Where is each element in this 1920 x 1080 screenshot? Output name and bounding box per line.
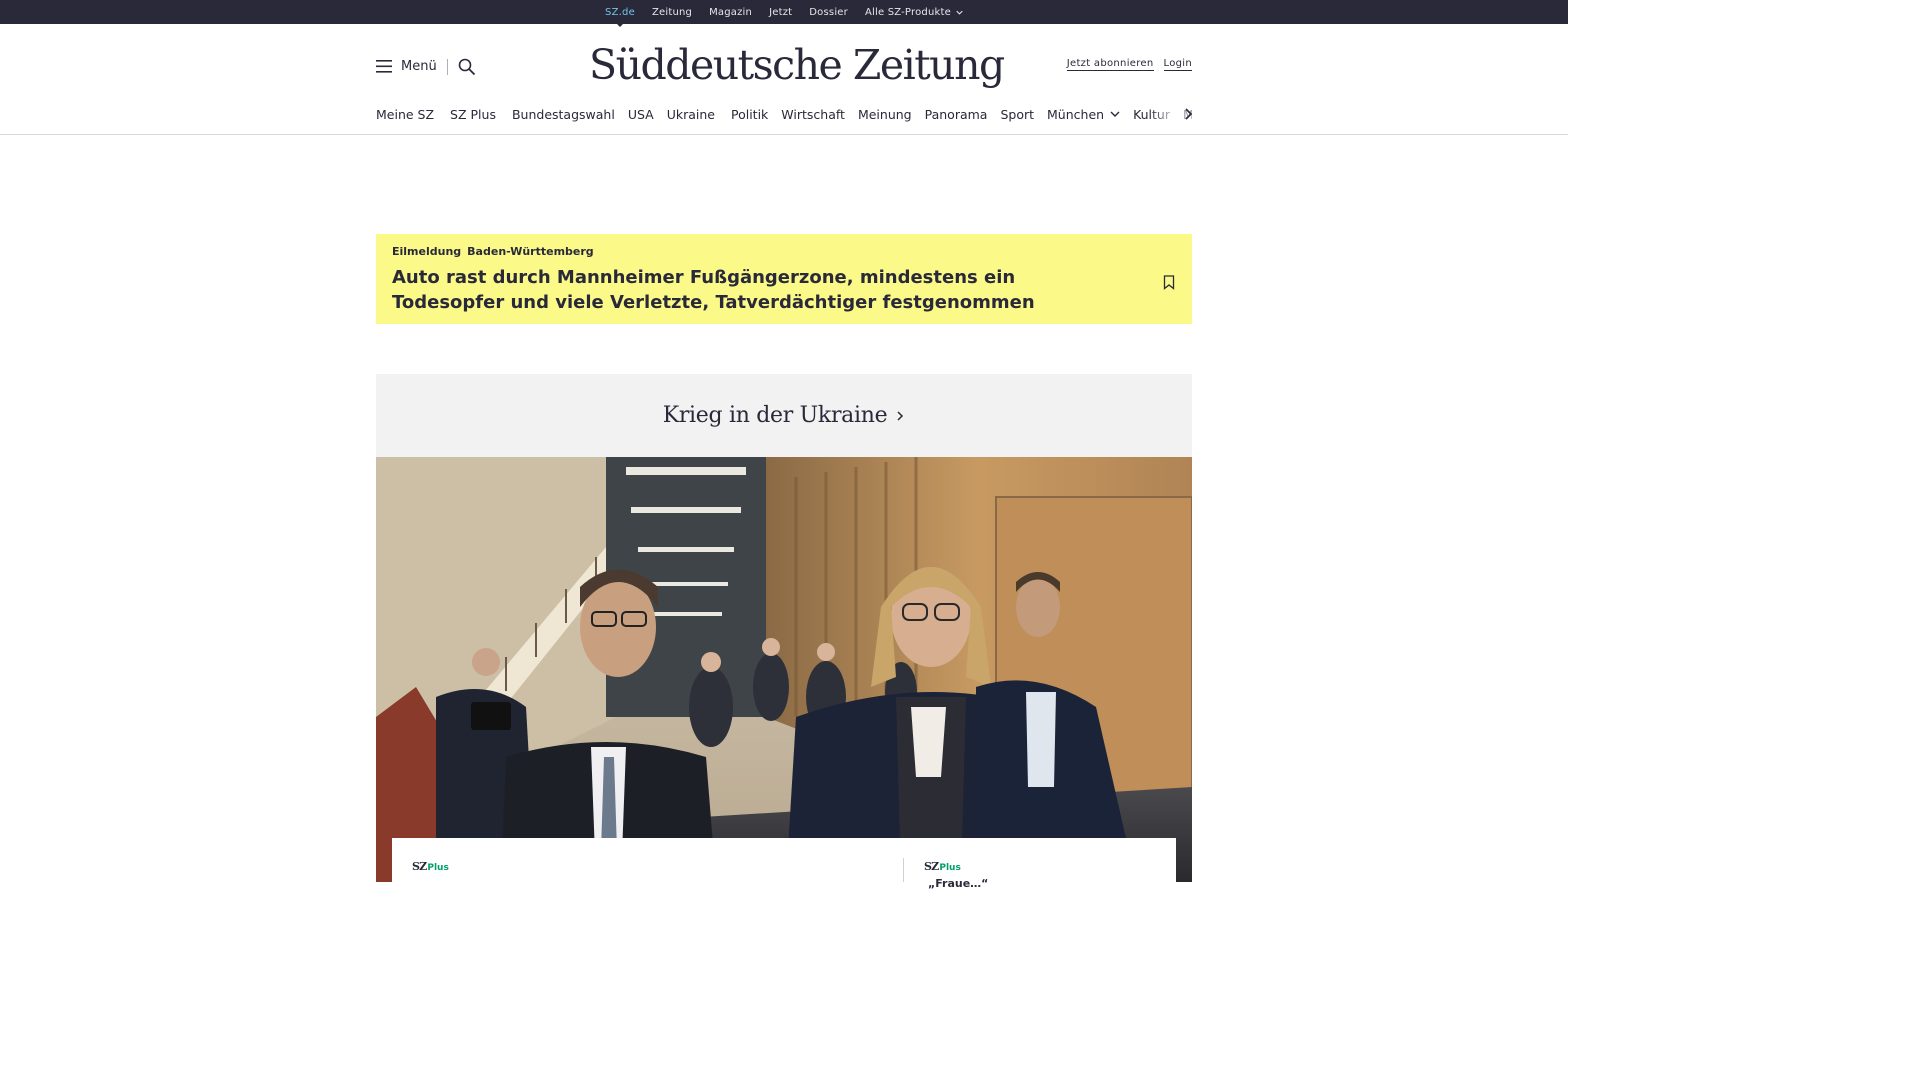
chevron-down-icon [1110, 111, 1120, 117]
account-links: Jetzt abonnieren Login [1066, 58, 1192, 71]
breaking-label: Eilmeldung [392, 245, 462, 258]
chevron-right-icon [897, 411, 904, 421]
hamburger-icon [376, 60, 392, 73]
menu-button[interactable]: Menü [376, 59, 437, 74]
bookmark-icon[interactable] [1163, 275, 1175, 290]
topbar-products-label: Alle SZ-Produkte [864, 6, 951, 18]
sz-badge-plus: Plus [427, 863, 449, 873]
topbar-link-dossier[interactable]: Dossier [809, 7, 848, 18]
sz-badge-logo: SZ [924, 860, 939, 873]
hero-photo-illustration [376, 457, 1192, 882]
nav-item-ukraine[interactable]: Ukraine [667, 107, 715, 122]
sz-badge-logo: SZ [412, 860, 427, 873]
site-header: Menü Süddeutsche Zeitung Jetzt abonniere… [0, 24, 1568, 104]
subscribe-link[interactable]: Jetzt abonnieren [1066, 58, 1154, 71]
site-logo[interactable]: Süddeutsche Zeitung [589, 38, 1005, 92]
nav-item-usa[interactable]: USA [628, 107, 654, 122]
login-link[interactable]: Login [1163, 58, 1192, 71]
header-bottom-border [0, 134, 1568, 135]
search-icon[interactable] [458, 58, 476, 76]
sz-badge-plus: Plus [939, 863, 961, 873]
section-navigation: Meine SZ SZ Plus Bundestagswahl USA Ukra… [376, 104, 1192, 124]
sz-plus-badge: SZ Plus [412, 860, 449, 873]
nav-item-panorama[interactable]: Panorama [925, 107, 988, 122]
nav-item-wirtschaft[interactable]: Wirtschaft [781, 107, 845, 122]
top-service-bar: SZ.de Zeitung Magazin Jetzt Dossier Alle… [0, 0, 1568, 24]
teaser-card[interactable]: SZ Plus SZ Plus „Fraue…“ [392, 838, 1176, 890]
chevron-right-icon[interactable] [1182, 106, 1194, 122]
topbar-link-zeitung[interactable]: Zeitung [652, 7, 692, 18]
topbar-link-szde[interactable]: SZ.de [605, 7, 635, 18]
teaser-right-title[interactable]: „Fraue…“ [928, 877, 988, 890]
breaking-region: Baden-Württemberg [467, 245, 594, 258]
topbar-link-jetzt[interactable]: Jetzt [769, 7, 792, 18]
topbar-link-magazin[interactable]: Magazin [709, 7, 752, 18]
breaking-headline[interactable]: Auto rast durch Mannheimer Fußgängerzone… [392, 265, 1132, 315]
nav-item-politik[interactable]: Politik [731, 107, 768, 122]
section-title-text: Krieg in der Ukraine [662, 403, 888, 428]
section-title[interactable]: Krieg in der Ukraine [376, 403, 1192, 428]
chevron-down-icon [956, 10, 963, 15]
nav-item-muenchen-label: München [1047, 106, 1105, 122]
sz-plus-badge: SZ Plus [924, 860, 961, 873]
topbar-products-dropdown[interactable]: Alle SZ-Produkte [865, 7, 963, 18]
nav-fade-overlay [1150, 104, 1180, 124]
breaking-kicker: Eilmeldung Baden-Württemberg [392, 245, 594, 258]
menu-label: Menü [401, 59, 437, 74]
nav-item-meinung[interactable]: Meinung [858, 107, 912, 122]
nav-item-sz-plus[interactable]: SZ Plus [450, 107, 496, 122]
nav-item-muenchen[interactable]: München [1047, 107, 1120, 122]
teaser-divider [903, 858, 904, 882]
nav-item-meine-sz[interactable]: Meine SZ [376, 107, 434, 122]
nav-item-sport[interactable]: Sport [1000, 107, 1034, 122]
header-divider [447, 59, 448, 75]
hero-photo[interactable] [376, 457, 1192, 882]
section-header-ukraine[interactable]: Krieg in der Ukraine [376, 374, 1192, 457]
breaking-news-banner[interactable]: Eilmeldung Baden-Württemberg Auto rast d… [376, 234, 1192, 324]
nav-item-bundestagswahl[interactable]: Bundestagswahl [512, 107, 615, 122]
